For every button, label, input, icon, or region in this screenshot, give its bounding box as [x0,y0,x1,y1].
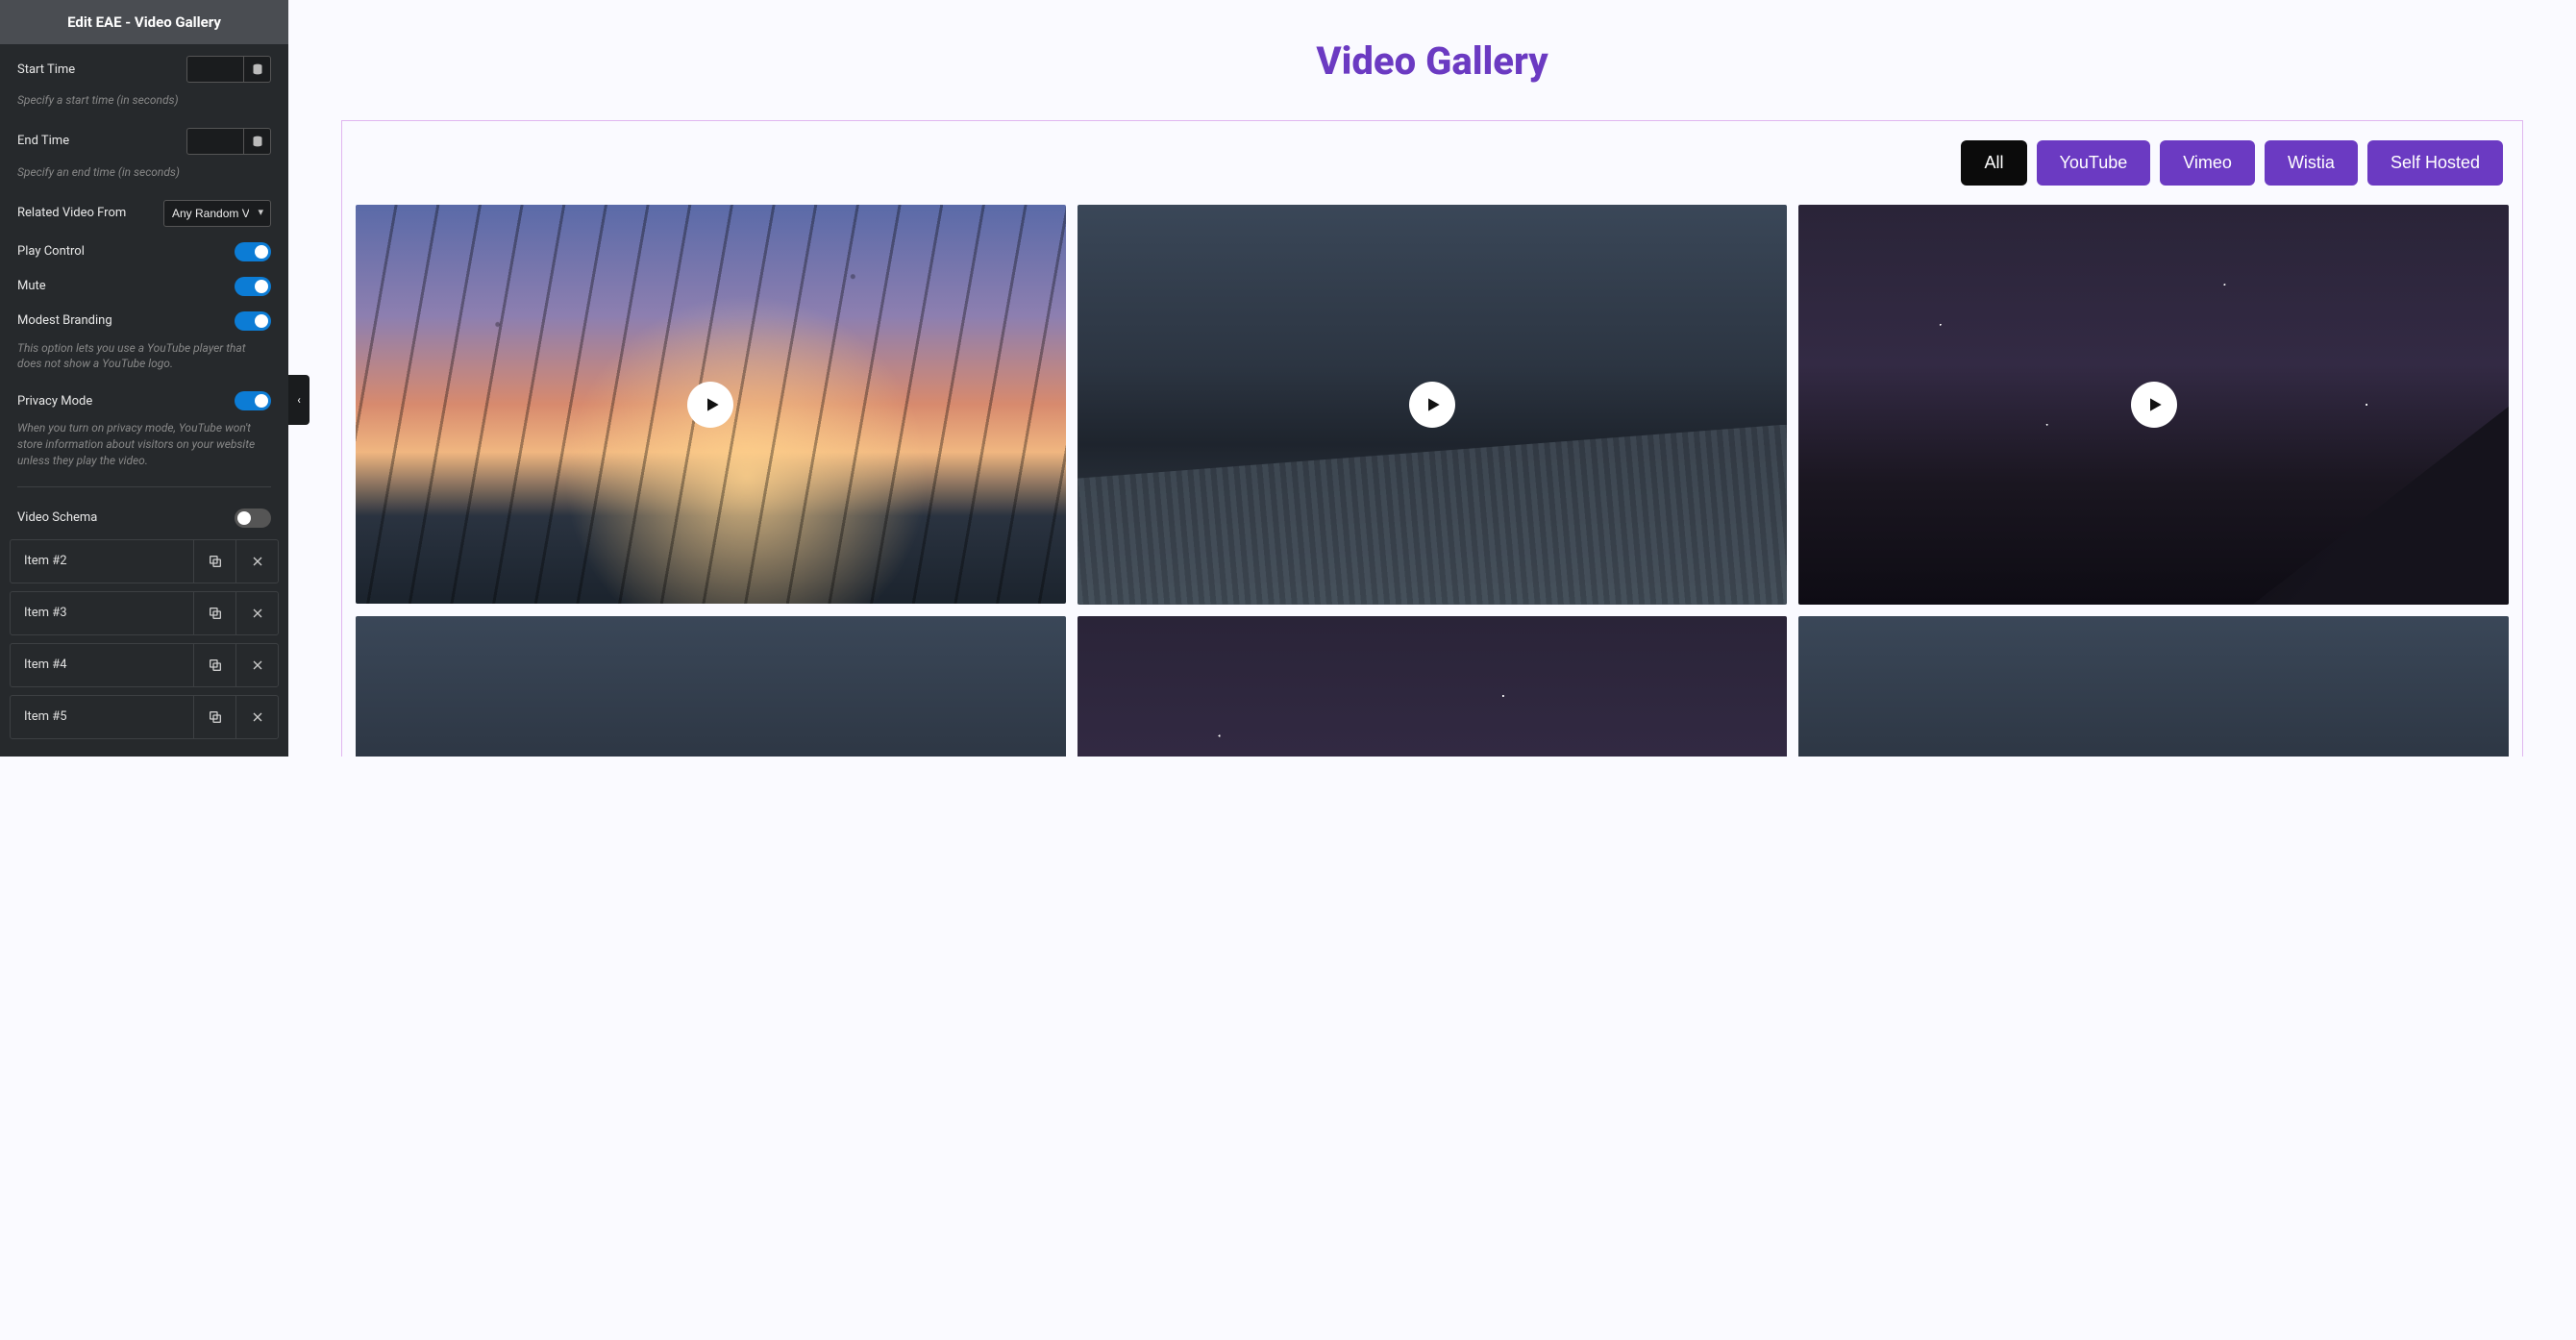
end-time-dynamic-icon[interactable] [244,128,271,155]
item-duplicate-button[interactable] [193,696,235,738]
item-label[interactable]: Item #2 [11,554,193,568]
page-title: Video Gallery [341,38,2523,84]
play-icon [1409,382,1455,428]
editor-panel: Edit EAE - Video Gallery Start Time Spec… [0,0,288,757]
filter-bar: AllYouTubeVimeoWistiaSelf Hosted [356,140,2509,186]
video-thumbnail[interactable] [356,205,1066,604]
copy-icon [208,709,223,725]
modest-branding-label: Modest Branding [17,313,235,328]
end-time-input[interactable] [186,128,244,155]
divider [17,486,271,487]
start-time-label: Start Time [17,62,186,77]
video-schema-toggle[interactable] [235,509,271,528]
start-time-help: Specify a start time (in seconds) [10,87,279,116]
item-remove-button[interactable] [235,696,278,738]
panel-body[interactable]: Start Time Specify a start time (in seco… [0,44,288,757]
item-remove-button[interactable] [235,644,278,686]
repeater-item[interactable]: Item #3 [10,591,279,635]
close-icon [250,658,265,673]
play-control-row: Play Control [10,231,279,265]
close-icon [250,709,265,725]
start-time-dynamic-icon[interactable] [244,56,271,83]
video-schema-label: Video Schema [17,510,235,525]
related-video-label: Related Video From [17,206,163,220]
privacy-mode-label: Privacy Mode [17,394,235,409]
end-time-row: End Time [10,116,279,159]
mute-label: Mute [17,279,235,293]
item-duplicate-button[interactable] [193,592,235,634]
start-time-input[interactable] [186,56,244,83]
repeater-item[interactable]: Item #2 [10,539,279,583]
play-icon [2131,382,2177,428]
gallery-widget[interactable]: AllYouTubeVimeoWistiaSelf Hosted [341,120,2523,757]
mute-row: Mute [10,265,279,300]
end-time-help: Specify an end time (in seconds) [10,159,279,188]
play-control-toggle[interactable] [235,242,271,261]
copy-icon [208,554,223,569]
filter-button[interactable]: YouTube [2037,140,2151,186]
item-duplicate-button[interactable] [193,644,235,686]
chevron-left-icon: ‹ [297,393,301,407]
video-grid [356,205,2509,757]
item-duplicate-button[interactable] [193,540,235,583]
privacy-mode-toggle[interactable] [235,391,271,410]
start-time-row: Start Time [10,44,279,87]
close-icon [250,606,265,621]
repeater-item[interactable]: Item #4 [10,643,279,687]
close-icon [250,554,265,569]
privacy-mode-row: Privacy Mode [10,380,279,414]
copy-icon [208,606,223,621]
item-label[interactable]: Item #5 [11,709,193,724]
item-label[interactable]: Item #4 [11,658,193,672]
item-remove-button[interactable] [235,592,278,634]
panel-title: Edit EAE - Video Gallery [0,0,288,44]
filter-button[interactable]: Vimeo [2160,140,2255,186]
database-icon [252,136,263,147]
related-video-row: Related Video From Any Random Vi [10,188,279,231]
modest-branding-help: This option lets you use a YouTube playe… [10,335,279,381]
video-thumbnail[interactable] [1077,616,1788,757]
end-time-label: End Time [17,134,186,148]
related-video-select[interactable]: Any Random Vi [163,200,271,227]
video-thumbnail[interactable] [356,616,1066,757]
play-icon [687,382,733,428]
modest-branding-toggle[interactable] [235,311,271,331]
video-thumbnail[interactable] [1798,616,2509,757]
video-thumbnail[interactable] [1077,205,1788,605]
repeater-item[interactable]: Item #5 [10,695,279,739]
item-label[interactable]: Item #3 [11,606,193,620]
database-icon [252,63,263,75]
privacy-mode-help: When you turn on privacy mode, YouTube w… [10,414,279,476]
panel-collapse-handle[interactable]: ‹ [288,375,310,425]
copy-icon [208,658,223,673]
preview-canvas: Video Gallery AllYouTubeVimeoWistiaSelf … [288,0,2576,757]
filter-button[interactable]: All [1961,140,2026,186]
play-control-label: Play Control [17,244,235,259]
filter-button[interactable]: Wistia [2265,140,2358,186]
item-remove-button[interactable] [235,540,278,583]
video-thumbnail[interactable] [1798,205,2509,605]
modest-branding-row: Modest Branding [10,300,279,335]
filter-button[interactable]: Self Hosted [2367,140,2503,186]
mute-toggle[interactable] [235,277,271,296]
video-schema-row: Video Schema [10,497,279,532]
